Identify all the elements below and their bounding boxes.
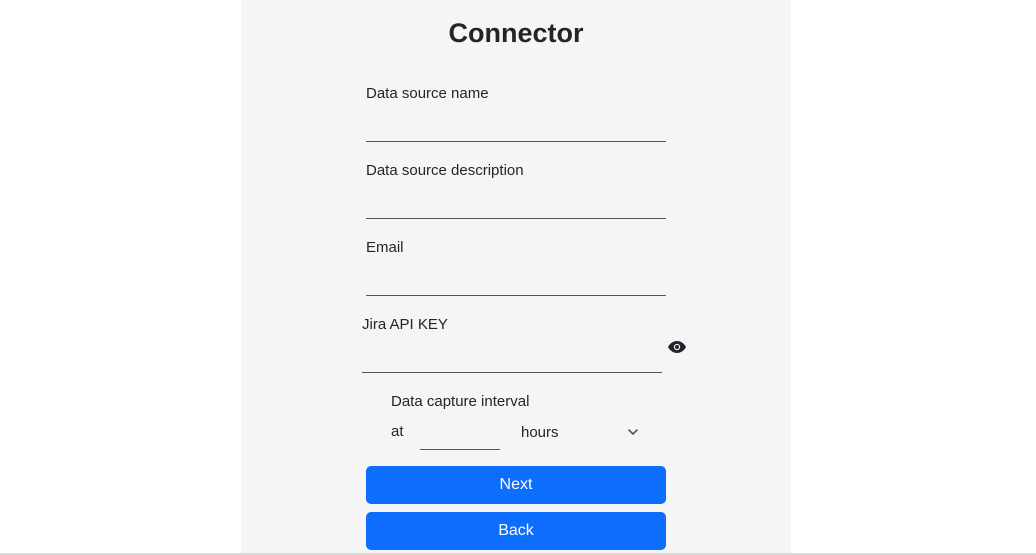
back-button[interactable]: Back (366, 512, 666, 550)
data-source-name-label: Data source name (366, 85, 489, 102)
jira-api-key-input[interactable] (362, 347, 662, 373)
page: Connector Data source name Data source d… (0, 0, 1036, 555)
interval-unit-selected: hours (521, 424, 559, 441)
next-button[interactable]: Next (366, 466, 666, 504)
data-source-description-input[interactable] (366, 193, 666, 219)
jira-api-key-label: Jira API KEY (362, 316, 448, 333)
connector-panel: Connector Data source name Data source d… (241, 0, 791, 555)
data-source-name-input[interactable] (366, 116, 666, 142)
email-label: Email (366, 239, 404, 256)
interval-at-label: at (391, 423, 404, 440)
eye-icon[interactable] (668, 340, 686, 354)
chevron-down-icon (628, 429, 638, 435)
data-source-description-label: Data source description (366, 162, 524, 179)
interval-value-input[interactable] (420, 424, 500, 450)
interval-unit-select[interactable]: hours (521, 421, 641, 445)
page-title: Connector (448, 18, 584, 48)
email-field[interactable] (366, 270, 666, 296)
data-capture-interval-label: Data capture interval (391, 393, 530, 410)
